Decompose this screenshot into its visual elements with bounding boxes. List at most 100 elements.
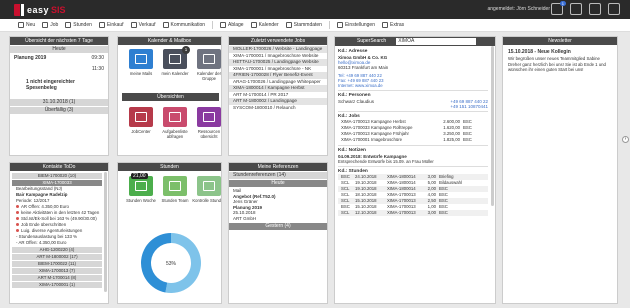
contact-row[interactable]: BIEM-1700022 (11): [12, 261, 102, 267]
event-time: 11:30: [91, 66, 104, 72]
tile-0[interactable]: [129, 107, 153, 127]
job-row[interactable]: XIMA-1700001 Imagebroschüre 1.825,00 BSC: [338, 137, 488, 143]
contact-text: AHG-1200220 (4): [39, 247, 75, 252]
toolbar-item[interactable]: Kommunikation: [161, 22, 207, 28]
hours-cell: SCL: [341, 209, 350, 215]
toolbar-item[interactable]: Job: [40, 22, 60, 28]
hours-chart: 53%: [140, 233, 201, 293]
tile-label[interactable]: mein Kalender: [158, 71, 192, 76]
refs-today[interactable]: Heute: [229, 180, 327, 187]
contact-row[interactable]: AHG-1200220 (4): [12, 247, 102, 253]
contact-text: XIMA-1700033: [42, 180, 72, 185]
toolbar-item[interactable]: Kalender: [249, 22, 281, 28]
reference-line[interactable]: ART GmbH: [233, 216, 323, 222]
hours-panel: Stunden Stunden Woche Stunden Team Kontrol…: [117, 162, 222, 304]
contact-row[interactable]: ART M-1800002 (17): [12, 254, 102, 260]
address-line: 60313 Frankfurt am Main: [338, 65, 389, 71]
people-icon: [285, 22, 292, 28]
hours-row[interactable]: SCL 12.10.2018 XIMA-1700013 3,00 BSC: [338, 209, 488, 216]
recent-job-item[interactable]: MOLLER-1700026 / Website - Landingpage: [229, 46, 327, 53]
tile-badge: 1: [182, 46, 190, 54]
contact-text: Bearbeitungsstand (NJ): [16, 186, 63, 191]
job-cell: BSC: [463, 136, 472, 142]
recent-job-item[interactable]: SYSCOM-1800010 / Relaunch: [229, 105, 327, 112]
toolbar-label: Einstellungen: [344, 22, 375, 28]
tile-label[interactable]: Ressourcen übersicht: [192, 129, 221, 139]
calendar-icon: [250, 22, 257, 28]
tile-label[interactable]: meine Mails: [124, 71, 158, 76]
toolbar-item[interactable]: Neu: [16, 22, 37, 28]
news-headline[interactable]: 15.10.2018 - Neue Kollegin: [508, 49, 612, 55]
references-title: Meine Referenzen: [229, 163, 327, 171]
references-panel: Meine Referenzen Stundenreferenzen (14) …: [228, 162, 328, 304]
tile-1[interactable]: [163, 176, 187, 196]
person-mobile[interactable]: +49 151 10870441: [450, 104, 488, 109]
event-label[interactable]: Planung 2019: [14, 55, 46, 61]
calendar-icon: [169, 54, 181, 64]
cart-out-icon: [130, 22, 137, 28]
tile-label[interactable]: Stunden Woche: [124, 198, 158, 203]
refs-head[interactable]: Stundenreferenzen (14): [229, 172, 327, 179]
recent-job-item[interactable]: 4FRIEN-1700028 / Flyer Benefiz-Event: [229, 72, 327, 79]
contact-text: XIMA-1700001 (1): [39, 282, 75, 287]
contact-row[interactable]: XIMA-1700013 (7): [12, 268, 102, 274]
overviews-title: Übersichten: [122, 93, 219, 101]
refs-yesterday[interactable]: Gestern (4): [229, 222, 327, 230]
search-input[interactable]: XIMOA: [396, 38, 477, 45]
logout-icon[interactable]: [608, 3, 620, 15]
tile-label[interactable]: Kontrolle Stunden: [192, 198, 221, 203]
toolbar-label: Verkauf: [138, 22, 156, 28]
tile-2[interactable]: [197, 107, 221, 127]
overview-today[interactable]: Heute: [10, 46, 108, 53]
overview-date[interactable]: 31.10.2018 (1): [10, 99, 108, 106]
tile-2[interactable]: [197, 176, 221, 196]
toolbar-item[interactable]: Ablage: [218, 22, 246, 28]
tile-label[interactable]: Stunden Team: [158, 198, 192, 203]
warning-dot-icon: [16, 223, 19, 226]
toolbar-label: Kommunikation: [170, 22, 206, 28]
tile-0[interactable]: [129, 176, 153, 196]
overview-overdue[interactable]: Überfällig (3): [10, 107, 108, 114]
toolbar-separator: [212, 21, 214, 29]
toolbar-item[interactable]: Verkauf: [129, 22, 158, 28]
contact-text: keine Aktivitäten in den letzten 42 Tage…: [21, 210, 100, 215]
scrollbar[interactable]: [491, 46, 494, 206]
recent-job-item[interactable]: HETTAU-1700025 / Landingpage Website: [229, 59, 327, 66]
supersearch-panel: SuperSearch XIMOA Kd.: Adresse Ximoa Gmb…: [334, 36, 496, 304]
toolbar-item[interactable]: Extras: [380, 22, 406, 28]
tile-0[interactable]: [129, 49, 153, 69]
contact-row[interactable]: - AR Offen: 4.350,00 Euro: [12, 240, 102, 246]
contact-row[interactable]: BIEM-1700020 (10): [12, 173, 102, 179]
tile-label[interactable]: Aufgabenliste abfragen: [158, 129, 192, 139]
expand-icon[interactable]: ›: [622, 136, 629, 143]
tile-label[interactable]: Kalender der Gruppe: [192, 71, 221, 81]
tile-1[interactable]: 1: [163, 46, 190, 69]
toolbar-item[interactable]: Stammdaten: [284, 22, 324, 28]
mail-icon[interactable]: 1: [551, 1, 566, 15]
hours-title: Stunden: [118, 163, 221, 171]
newsletter-panel: Newsletter 15.10.2018 - Neue Kollegin Wi…: [502, 36, 618, 304]
person-name[interactable]: Schwarz Claudius: [338, 99, 374, 109]
tile-label[interactable]: JobCenter: [124, 129, 158, 134]
warning-dot-icon: [16, 229, 19, 232]
toolbar-item[interactable]: Einstellungen: [335, 22, 377, 28]
tasklist-icon: [169, 112, 181, 122]
job-cell: 1.825,00: [443, 136, 460, 142]
toolbar-label: Kalender: [258, 22, 279, 28]
donut-label: 53%: [166, 261, 177, 267]
contact-row[interactable]: ART M-1700014 (8): [12, 275, 102, 281]
tile-2[interactable]: [197, 49, 221, 69]
bell-icon[interactable]: [570, 3, 582, 15]
scrollbar[interactable]: [104, 172, 107, 292]
note-line[interactable]: Spesenbeleg: [26, 85, 92, 91]
help-icon[interactable]: [589, 3, 601, 15]
toolbar-item[interactable]: Stunden: [63, 22, 94, 28]
logo: easy SIS: [14, 3, 66, 16]
warning-dot-icon: [16, 211, 19, 214]
tile-1[interactable]: [163, 107, 187, 127]
toolbar-label: Einkauf: [106, 22, 124, 28]
toolbar-item[interactable]: Einkauf: [97, 22, 126, 28]
contact-text: - AR Offen: 4.350,00 Euro: [16, 240, 67, 245]
contact-line[interactable]: Internet: www.ximoa.de: [338, 83, 488, 88]
contact-row[interactable]: XIMA-1700001 (1): [12, 282, 102, 288]
